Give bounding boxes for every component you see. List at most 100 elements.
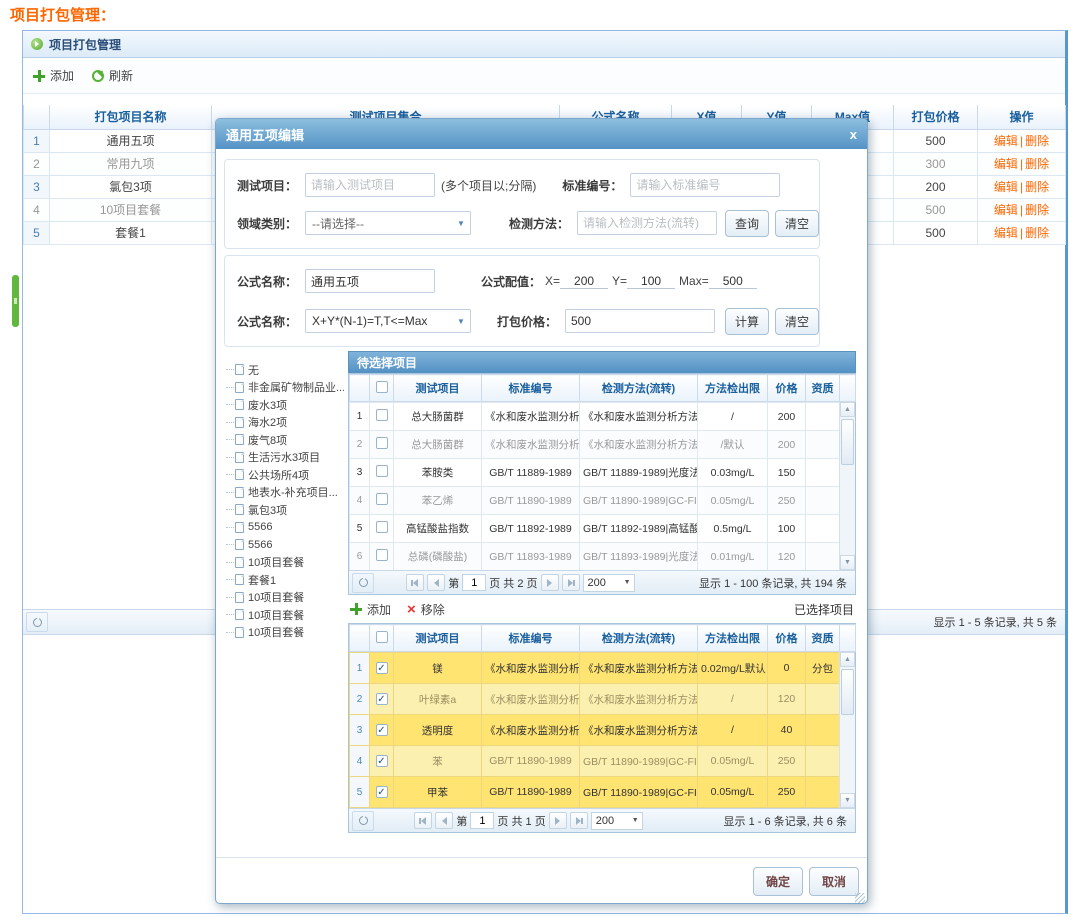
max-input[interactable] <box>709 274 757 289</box>
scrollbar[interactable]: ▲ ▼ <box>839 652 855 808</box>
tree-node[interactable]: 5566 <box>226 536 344 554</box>
col-test-item[interactable]: 测试项目 <box>394 625 482 652</box>
edit-link[interactable]: 编辑 <box>994 226 1018 240</box>
col-qual[interactable]: 资质 <box>806 375 840 402</box>
remove-selected-button[interactable]: × 移除 <box>407 601 445 618</box>
row-checkbox[interactable] <box>376 437 388 449</box>
scrollbar[interactable]: ▲ ▼ <box>839 402 855 570</box>
row-checkbox[interactable] <box>376 521 388 533</box>
calc-button[interactable]: 计算 <box>725 308 769 335</box>
col-price[interactable]: 价格 <box>768 625 806 652</box>
pager-page-input[interactable] <box>470 812 494 829</box>
table-row[interactable]: 5 ✓ 甲苯 GB/T 11890-1989 GB/T 11890-1989|G… <box>350 777 840 808</box>
pager-last-icon[interactable] <box>562 574 580 591</box>
table-row[interactable]: 1 总大肠菌群 《水和废水监测分析方法》 《水和废水监测分析方法》5.2.5.1… <box>350 403 840 431</box>
test-item-input[interactable] <box>305 173 435 197</box>
tree-node[interactable]: 地表水-补充项目... <box>226 484 344 502</box>
table-row[interactable]: 2 ✓ 叶绿素a 《水和废水监测分析方法》 《水和废水监测分析方法》5.1.5.… <box>350 684 840 715</box>
tree-node[interactable]: 非金属矿物制品业... <box>226 379 344 397</box>
table-row[interactable]: 3 苯胺类 GB/T 11889-1989 GB/T 11889-1989|光度… <box>350 459 840 487</box>
pager-page-input[interactable] <box>462 574 486 591</box>
pager-refresh-button[interactable] <box>352 811 374 831</box>
formula-select[interactable]: X+Y*(N-1)=T,T<=Max ▼ <box>305 309 471 333</box>
pager-prev-icon[interactable] <box>427 574 445 591</box>
col-package-price[interactable]: 打包价格 <box>894 105 978 129</box>
pager-first-icon[interactable] <box>406 574 424 591</box>
delete-link[interactable]: 删除 <box>1025 226 1049 240</box>
tree-node[interactable]: 生活污水3项目 <box>226 449 344 467</box>
table-row[interactable]: 6 总磷(磷酸盐) GB/T 11893-1989 GB/T 11893-198… <box>350 543 840 571</box>
delete-link[interactable]: 删除 <box>1025 180 1049 194</box>
scroll-down-icon[interactable]: ▼ <box>840 555 855 570</box>
pager-refresh-button[interactable] <box>352 573 374 593</box>
row-checkbox[interactable] <box>376 465 388 477</box>
table-row[interactable]: 4 苯乙烯 GB/T 11890-1989 GB/T 11890-1989|GC… <box>350 487 840 515</box>
formula-name-input[interactable] <box>305 269 435 293</box>
domain-select[interactable]: --请选择-- ▼ <box>305 211 471 235</box>
edit-link[interactable]: 编辑 <box>994 134 1018 148</box>
row-checkbox-checked[interactable]: ✓ <box>376 662 388 674</box>
tree-node[interactable]: 10项目套餐 <box>226 554 344 572</box>
pager-prev-icon[interactable] <box>435 812 453 829</box>
pager-first-icon[interactable] <box>414 812 432 829</box>
price-input[interactable] <box>565 309 715 333</box>
row-checkbox-checked[interactable]: ✓ <box>376 786 388 798</box>
clear-price-button[interactable]: 清空 <box>775 308 819 335</box>
delete-link[interactable]: 删除 <box>1025 134 1049 148</box>
table-row[interactable]: 1 ✓ 镁 《水和废水监测分析方法》 《水和废水监测分析方法》3.4.25.2 … <box>350 653 840 684</box>
pager-refresh-button[interactable] <box>26 612 48 632</box>
chevron-down-icon[interactable]: ▼ <box>452 317 470 326</box>
col-package-name[interactable]: 打包项目名称 <box>50 105 212 129</box>
table-row[interactable]: 4 ✓ 苯 GB/T 11890-1989 GB/T 11890-1989|GC… <box>350 746 840 777</box>
tree-node[interactable]: 废水3项 <box>226 396 344 414</box>
tree-node[interactable]: 10项目套餐 <box>226 606 344 624</box>
x-input[interactable] <box>560 274 608 289</box>
tree-node[interactable]: 公共场所4项 <box>226 466 344 484</box>
scrollbar-thumb[interactable] <box>841 669 854 715</box>
tree-node[interactable]: 5566 <box>226 519 344 537</box>
ok-button[interactable]: 确定 <box>753 867 803 896</box>
tree-node[interactable]: 氯包3项 <box>226 501 344 519</box>
row-checkbox[interactable] <box>376 409 388 421</box>
col-test-item[interactable]: 测试项目 <box>394 375 482 402</box>
col-method[interactable]: 检测方法(流转) <box>580 375 698 402</box>
row-checkbox-checked[interactable]: ✓ <box>376 724 388 736</box>
tree-node[interactable]: 海水2项 <box>226 414 344 432</box>
edit-link[interactable]: 编辑 <box>994 180 1018 194</box>
tree-node[interactable]: 无 <box>226 361 344 379</box>
delete-link[interactable]: 删除 <box>1025 203 1049 217</box>
refresh-button[interactable]: 刷新 <box>92 67 133 84</box>
edit-link[interactable]: 编辑 <box>994 203 1018 217</box>
row-checkbox[interactable] <box>376 493 388 505</box>
col-method[interactable]: 检测方法(流转) <box>580 625 698 652</box>
tree-node[interactable]: 套餐1 <box>226 571 344 589</box>
col-limit[interactable]: 方法检出限 <box>698 625 768 652</box>
standard-input[interactable] <box>630 173 780 197</box>
add-selected-button[interactable]: 添加 <box>350 601 391 618</box>
select-all-checkbox[interactable] <box>376 631 388 643</box>
scroll-up-icon[interactable]: ▲ <box>840 652 855 667</box>
row-checkbox[interactable] <box>376 549 388 561</box>
row-checkbox-checked[interactable]: ✓ <box>376 755 388 767</box>
edit-link[interactable]: 编辑 <box>994 157 1018 171</box>
pager-next-icon[interactable] <box>541 574 559 591</box>
method-input[interactable] <box>577 211 717 235</box>
scroll-up-icon[interactable]: ▲ <box>840 402 855 417</box>
delete-link[interactable]: 删除 <box>1025 157 1049 171</box>
query-button[interactable]: 查询 <box>725 210 769 237</box>
tree-node[interactable]: 10项目套餐 <box>226 624 344 642</box>
table-row[interactable]: 3 ✓ 透明度 《水和废水监测分析方法》 《水和废水监测分析方法》5.1.5.2… <box>350 715 840 746</box>
col-operation[interactable]: 操作 <box>978 105 1066 129</box>
col-price[interactable]: 价格 <box>768 375 806 402</box>
pager-next-icon[interactable] <box>549 812 567 829</box>
clear-button[interactable]: 清空 <box>775 210 819 237</box>
row-checkbox-checked[interactable]: ✓ <box>376 693 388 705</box>
scrollbar-thumb[interactable] <box>841 419 854 465</box>
sidebar-collapse-handle[interactable] <box>12 275 19 327</box>
dialog-header[interactable]: 通用五项编辑 x <box>216 119 867 149</box>
table-row[interactable]: 2 总大肠菌群 《水和废水监测分析方法》 《水和废水监测分析方法》5.2.5.2… <box>350 431 840 459</box>
page-size-select[interactable]: 200 ▼ <box>583 574 635 592</box>
col-standard[interactable]: 标准编号 <box>482 375 580 402</box>
page-size-select[interactable]: 200 ▼ <box>591 812 643 830</box>
y-input[interactable] <box>627 274 675 289</box>
